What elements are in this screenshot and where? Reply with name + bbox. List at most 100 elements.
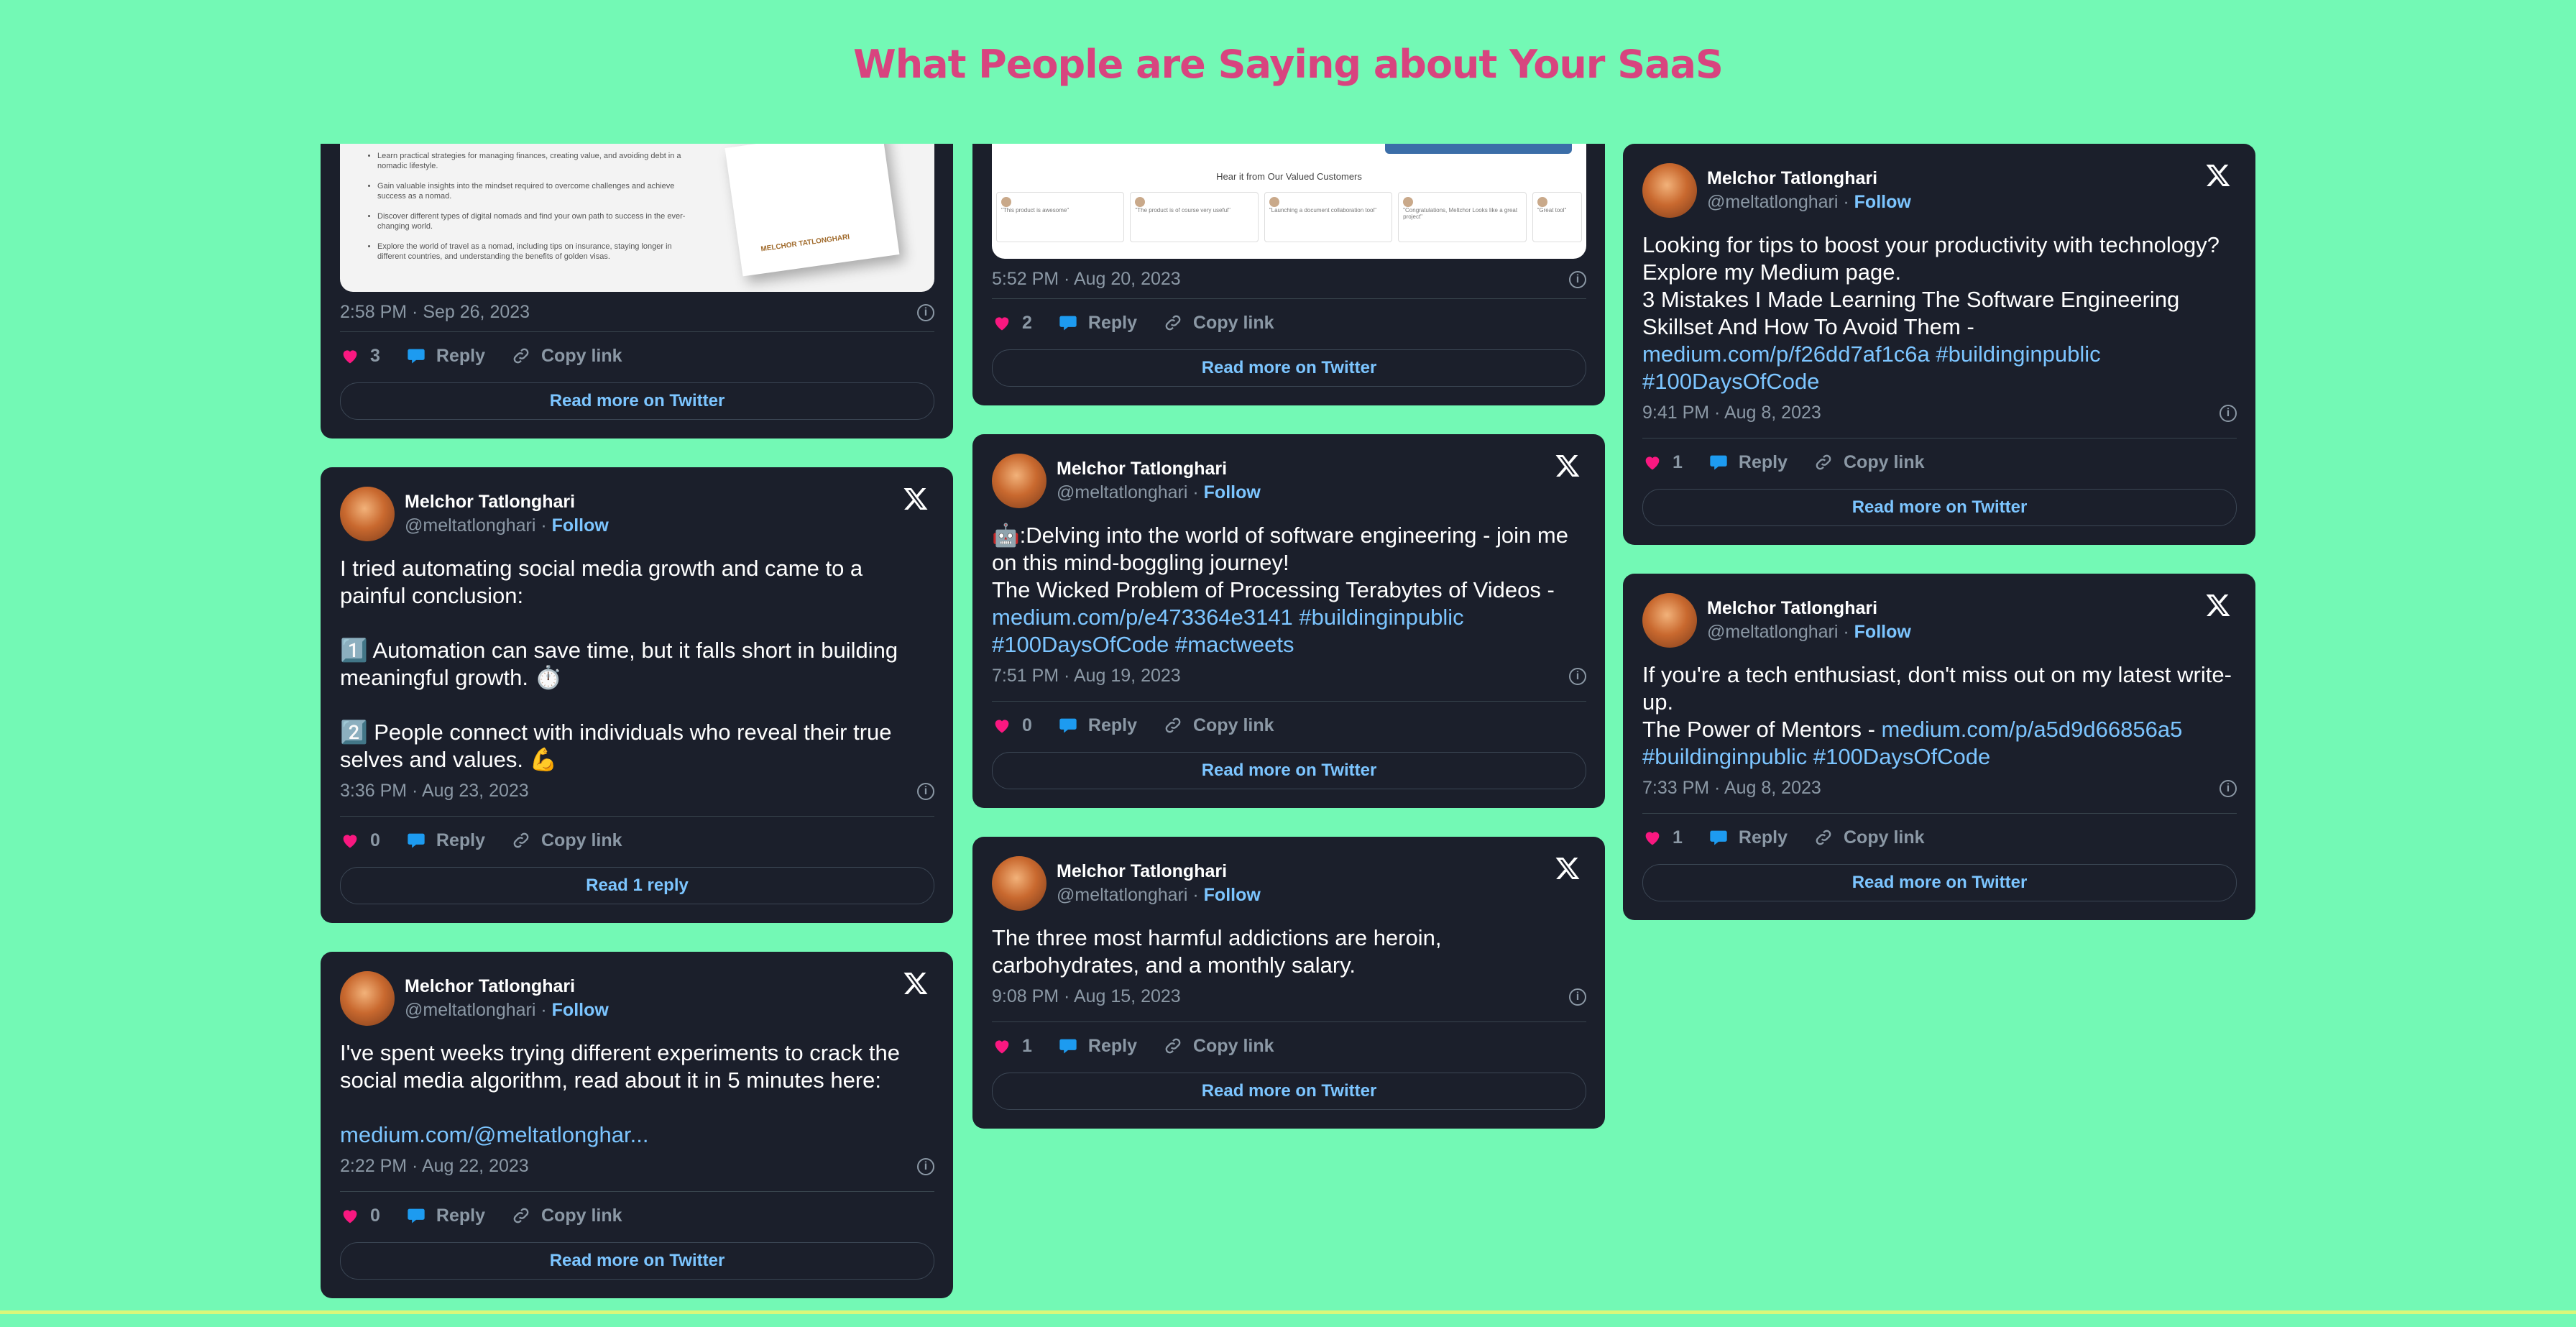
like-button[interactable]: 1: [1642, 452, 1683, 473]
author-name[interactable]: Melchor Tatlonghari: [405, 490, 934, 514]
book-cover: MELCHOR TATLONGHARI: [724, 144, 900, 277]
read-more-button[interactable]: Read more on Twitter: [340, 1242, 934, 1280]
tweet-card-8: Melchor Tatlonghari @meltatlonghari · Fo…: [1623, 574, 2255, 920]
copy-link-button[interactable]: Copy link: [1813, 452, 1925, 473]
read-more-button[interactable]: Read more on Twitter: [992, 349, 1586, 387]
avatar[interactable]: [1642, 593, 1697, 648]
author-handle[interactable]: @meltatlonghari: [1057, 482, 1187, 502]
tweet-text: The three most harmful addictions are he…: [992, 925, 1448, 978]
heart-icon: [340, 1206, 360, 1226]
avatar[interactable]: [992, 454, 1046, 508]
info-icon[interactable]: i: [1569, 988, 1586, 1006]
reply-icon: [1708, 827, 1729, 848]
tweet-time[interactable]: 7:51 PM · Aug 19, 2023: [992, 666, 1181, 687]
info-icon[interactable]: i: [1569, 667, 1586, 685]
reply-button[interactable]: Reply: [1058, 313, 1137, 334]
x-logo-icon[interactable]: [903, 970, 929, 996]
reply-icon: [406, 830, 426, 850]
tweet-hashtags[interactable]: #buildinginpublic #100DaysOfCode: [1642, 744, 1990, 769]
tweet-link[interactable]: medium.com/p/a5d9d66856a5: [1882, 717, 2183, 742]
tweet-link[interactable]: medium.com/@meltatlonghar...: [340, 1122, 648, 1147]
author-handle[interactable]: @meltatlonghari: [1057, 885, 1187, 905]
follow-link[interactable]: Follow: [1204, 885, 1261, 905]
x-logo-icon[interactable]: [2205, 592, 2231, 618]
tweet-time[interactable]: 9:41 PM · Aug 8, 2023: [1642, 403, 1821, 423]
copy-link-button[interactable]: Copy link: [511, 1206, 622, 1226]
like-button[interactable]: 1: [1642, 827, 1683, 848]
reply-button[interactable]: Reply: [406, 1206, 485, 1226]
book-preview-image[interactable]: Learn practical strategies for managing …: [340, 144, 934, 292]
reply-icon: [1058, 1036, 1078, 1056]
tweet-time[interactable]: 2:58 PM · Sep 26, 2023: [340, 302, 530, 323]
like-button[interactable]: 0: [340, 830, 380, 851]
tweet-time[interactable]: 7:33 PM · Aug 8, 2023: [1642, 778, 1821, 799]
info-icon[interactable]: i: [2220, 779, 2237, 797]
column-2: Hear it from Our Valued Customers "This …: [972, 144, 1605, 1157]
copy-link-button[interactable]: Copy link: [1813, 827, 1925, 848]
copy-link-button[interactable]: Copy link: [1163, 313, 1274, 334]
read-more-button[interactable]: Read more on Twitter: [340, 382, 934, 420]
read-more-button[interactable]: Read more on Twitter: [1642, 864, 2237, 901]
follow-link[interactable]: Follow: [552, 515, 609, 536]
copy-link-button[interactable]: Copy link: [1163, 715, 1274, 736]
copy-link-button[interactable]: Copy link: [1163, 1036, 1274, 1057]
tweet-time[interactable]: 9:08 PM · Aug 15, 2023: [992, 986, 1181, 1007]
avatar[interactable]: [340, 971, 395, 1026]
reply-button[interactable]: Reply: [1058, 1036, 1137, 1057]
tweet-links[interactable]: medium.com/p/e473364e3141 #buildinginpub…: [992, 605, 1470, 657]
reply-button[interactable]: Reply: [406, 830, 485, 851]
tweet-time[interactable]: 2:22 PM · Aug 22, 2023: [340, 1156, 529, 1177]
like-button[interactable]: 1: [992, 1036, 1032, 1057]
author-handle[interactable]: @meltatlonghari: [1707, 622, 1838, 642]
read-replies-button[interactable]: Read 1 reply: [340, 867, 934, 904]
author-name[interactable]: Melchor Tatlonghari: [1057, 860, 1586, 883]
follow-link[interactable]: Follow: [1854, 622, 1911, 642]
author-name[interactable]: Melchor Tatlonghari: [405, 975, 934, 998]
author-name[interactable]: Melchor Tatlonghari: [1707, 597, 2237, 620]
like-button[interactable]: 2: [992, 313, 1032, 334]
reply-button[interactable]: Reply: [1058, 715, 1137, 736]
read-more-button[interactable]: Read more on Twitter: [992, 1073, 1586, 1110]
like-button[interactable]: 0: [340, 1206, 380, 1226]
follow-link[interactable]: Follow: [1854, 192, 1911, 212]
tweet-card-1: Learn practical strategies for managing …: [321, 144, 953, 438]
avatar[interactable]: [340, 487, 395, 541]
x-logo-icon[interactable]: [903, 486, 929, 512]
follow-link[interactable]: Follow: [552, 1000, 609, 1020]
like-button[interactable]: 3: [340, 346, 380, 367]
tweet-links[interactable]: medium.com/p/f26dd7af1c6a #buildinginpub…: [1642, 341, 2107, 394]
read-more-button[interactable]: Read more on Twitter: [1642, 489, 2237, 526]
info-icon[interactable]: i: [917, 303, 934, 321]
follow-link[interactable]: Follow: [1204, 482, 1261, 502]
reply-button[interactable]: Reply: [406, 346, 485, 367]
author-handle[interactable]: @meltatlonghari: [405, 515, 535, 536]
avatar[interactable]: [1642, 163, 1697, 218]
x-logo-icon[interactable]: [1555, 453, 1581, 479]
author-name[interactable]: Melchor Tatlonghari: [1057, 457, 1586, 481]
author-handle[interactable]: @meltatlonghari: [1707, 192, 1838, 212]
bottom-divider: [0, 1310, 2576, 1314]
info-icon[interactable]: i: [917, 1157, 934, 1175]
website-preview-image[interactable]: Hear it from Our Valued Customers "This …: [992, 144, 1586, 259]
x-logo-icon[interactable]: [1555, 855, 1581, 881]
reply-button[interactable]: Reply: [1708, 827, 1788, 848]
tweet-text: 🤖:Delving into the world of software eng…: [992, 523, 1575, 657]
info-icon[interactable]: i: [917, 782, 934, 800]
copy-link-button[interactable]: Copy link: [511, 830, 622, 851]
tweet-time[interactable]: 5:52 PM · Aug 20, 2023: [992, 269, 1181, 290]
author-name[interactable]: Melchor Tatlonghari: [1707, 167, 2237, 190]
tweet-time[interactable]: 3:36 PM · Aug 23, 2023: [340, 781, 529, 802]
avatar[interactable]: [992, 856, 1046, 911]
author-handle[interactable]: @meltatlonghari: [405, 1000, 535, 1020]
column-1: Learn practical strategies for managing …: [321, 144, 953, 1327]
heart-icon: [992, 1036, 1012, 1056]
copy-link-button[interactable]: Copy link: [511, 346, 622, 367]
reply-icon: [1058, 715, 1078, 735]
like-button[interactable]: 0: [992, 715, 1032, 736]
read-more-button[interactable]: Read more on Twitter: [992, 752, 1586, 789]
heart-icon: [340, 830, 360, 850]
x-logo-icon[interactable]: [2205, 162, 2231, 188]
info-icon[interactable]: i: [2220, 404, 2237, 422]
reply-button[interactable]: Reply: [1708, 452, 1788, 473]
info-icon[interactable]: i: [1569, 270, 1586, 288]
